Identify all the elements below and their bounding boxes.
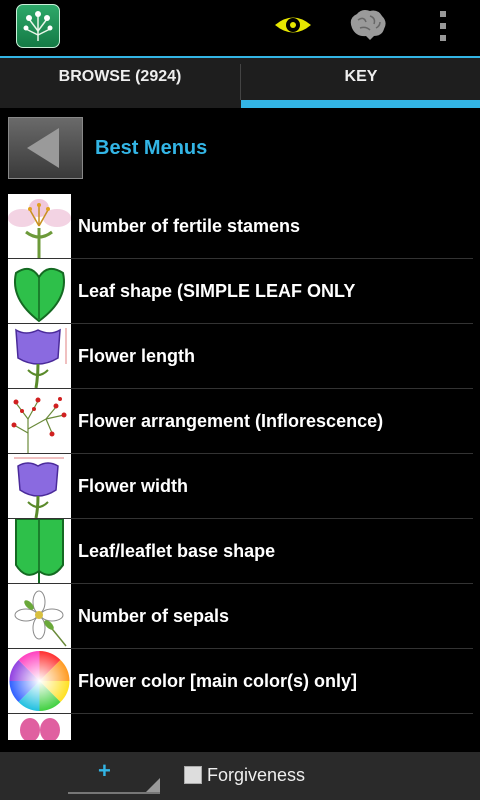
color-wheel-thumbnail bbox=[8, 649, 71, 713]
partial-thumbnail bbox=[8, 714, 71, 740]
list-item-label: Number of fertile stamens bbox=[78, 216, 301, 236]
list-item-label: Flower length bbox=[78, 346, 195, 366]
character-list: Number of fertile stamens Leaf shape (SI… bbox=[0, 194, 480, 740]
list-item[interactable]: Flower arrangement (Inflorescence) bbox=[8, 389, 473, 454]
list-item-label: Flower width bbox=[78, 476, 188, 496]
overflow-menu-icon[interactable] bbox=[430, 8, 456, 44]
spinner-corner-icon bbox=[146, 778, 160, 792]
list-item[interactable]: Number of sepals bbox=[8, 584, 473, 649]
list-item-label: Leaf/leaflet base shape bbox=[78, 541, 276, 561]
tab-bar: BROWSE (2924) KEY bbox=[0, 56, 480, 108]
list-item[interactable]: Leaf shape (SIMPLE LEAF ONLY bbox=[8, 259, 473, 324]
app-logo-icon[interactable] bbox=[16, 4, 60, 48]
plus-icon: + bbox=[98, 758, 111, 783]
inflorescence-thumbnail bbox=[8, 389, 71, 453]
add-spinner-button[interactable]: + bbox=[68, 758, 160, 794]
leaf-shape-thumbnail bbox=[8, 259, 71, 323]
list-item[interactable]: Leaf/leaflet base shape bbox=[8, 519, 473, 584]
flower-width-thumbnail bbox=[8, 454, 71, 518]
page-title: Best Menus bbox=[95, 137, 208, 159]
forgiveness-label: Forgiveness bbox=[207, 765, 306, 785]
action-bar bbox=[0, 0, 480, 56]
list-item[interactable]: Flower color [main color(s) only] bbox=[8, 649, 473, 714]
list-item-label: Flower color [main color(s) only] bbox=[78, 671, 358, 691]
forgiveness-checkbox[interactable] bbox=[184, 766, 202, 784]
sepals-thumbnail bbox=[8, 584, 71, 648]
list-item[interactable]: Flower width bbox=[8, 454, 473, 519]
flower-length-thumbnail bbox=[8, 324, 71, 388]
list-item[interactable] bbox=[8, 714, 473, 740]
eye-icon[interactable] bbox=[270, 8, 316, 42]
list-item-label: Flower arrangement (Inflorescence) bbox=[78, 411, 384, 431]
stamens-thumbnail bbox=[8, 194, 71, 258]
list-item[interactable]: Flower length bbox=[8, 324, 473, 389]
tab-browse[interactable]: BROWSE (2924) bbox=[0, 58, 240, 108]
back-button[interactable] bbox=[8, 117, 83, 179]
tab-selected-indicator bbox=[241, 100, 480, 108]
bottom-bar: + Forgiveness bbox=[0, 752, 480, 800]
brain-icon[interactable] bbox=[344, 6, 390, 44]
list-item-label: Number of sepals bbox=[78, 606, 230, 626]
list-item[interactable]: Number of fertile stamens bbox=[8, 194, 473, 259]
list-item-label: Leaf shape (SIMPLE LEAF ONLY bbox=[78, 281, 356, 301]
leaf-base-thumbnail bbox=[8, 519, 71, 583]
back-arrow-icon bbox=[27, 128, 59, 168]
